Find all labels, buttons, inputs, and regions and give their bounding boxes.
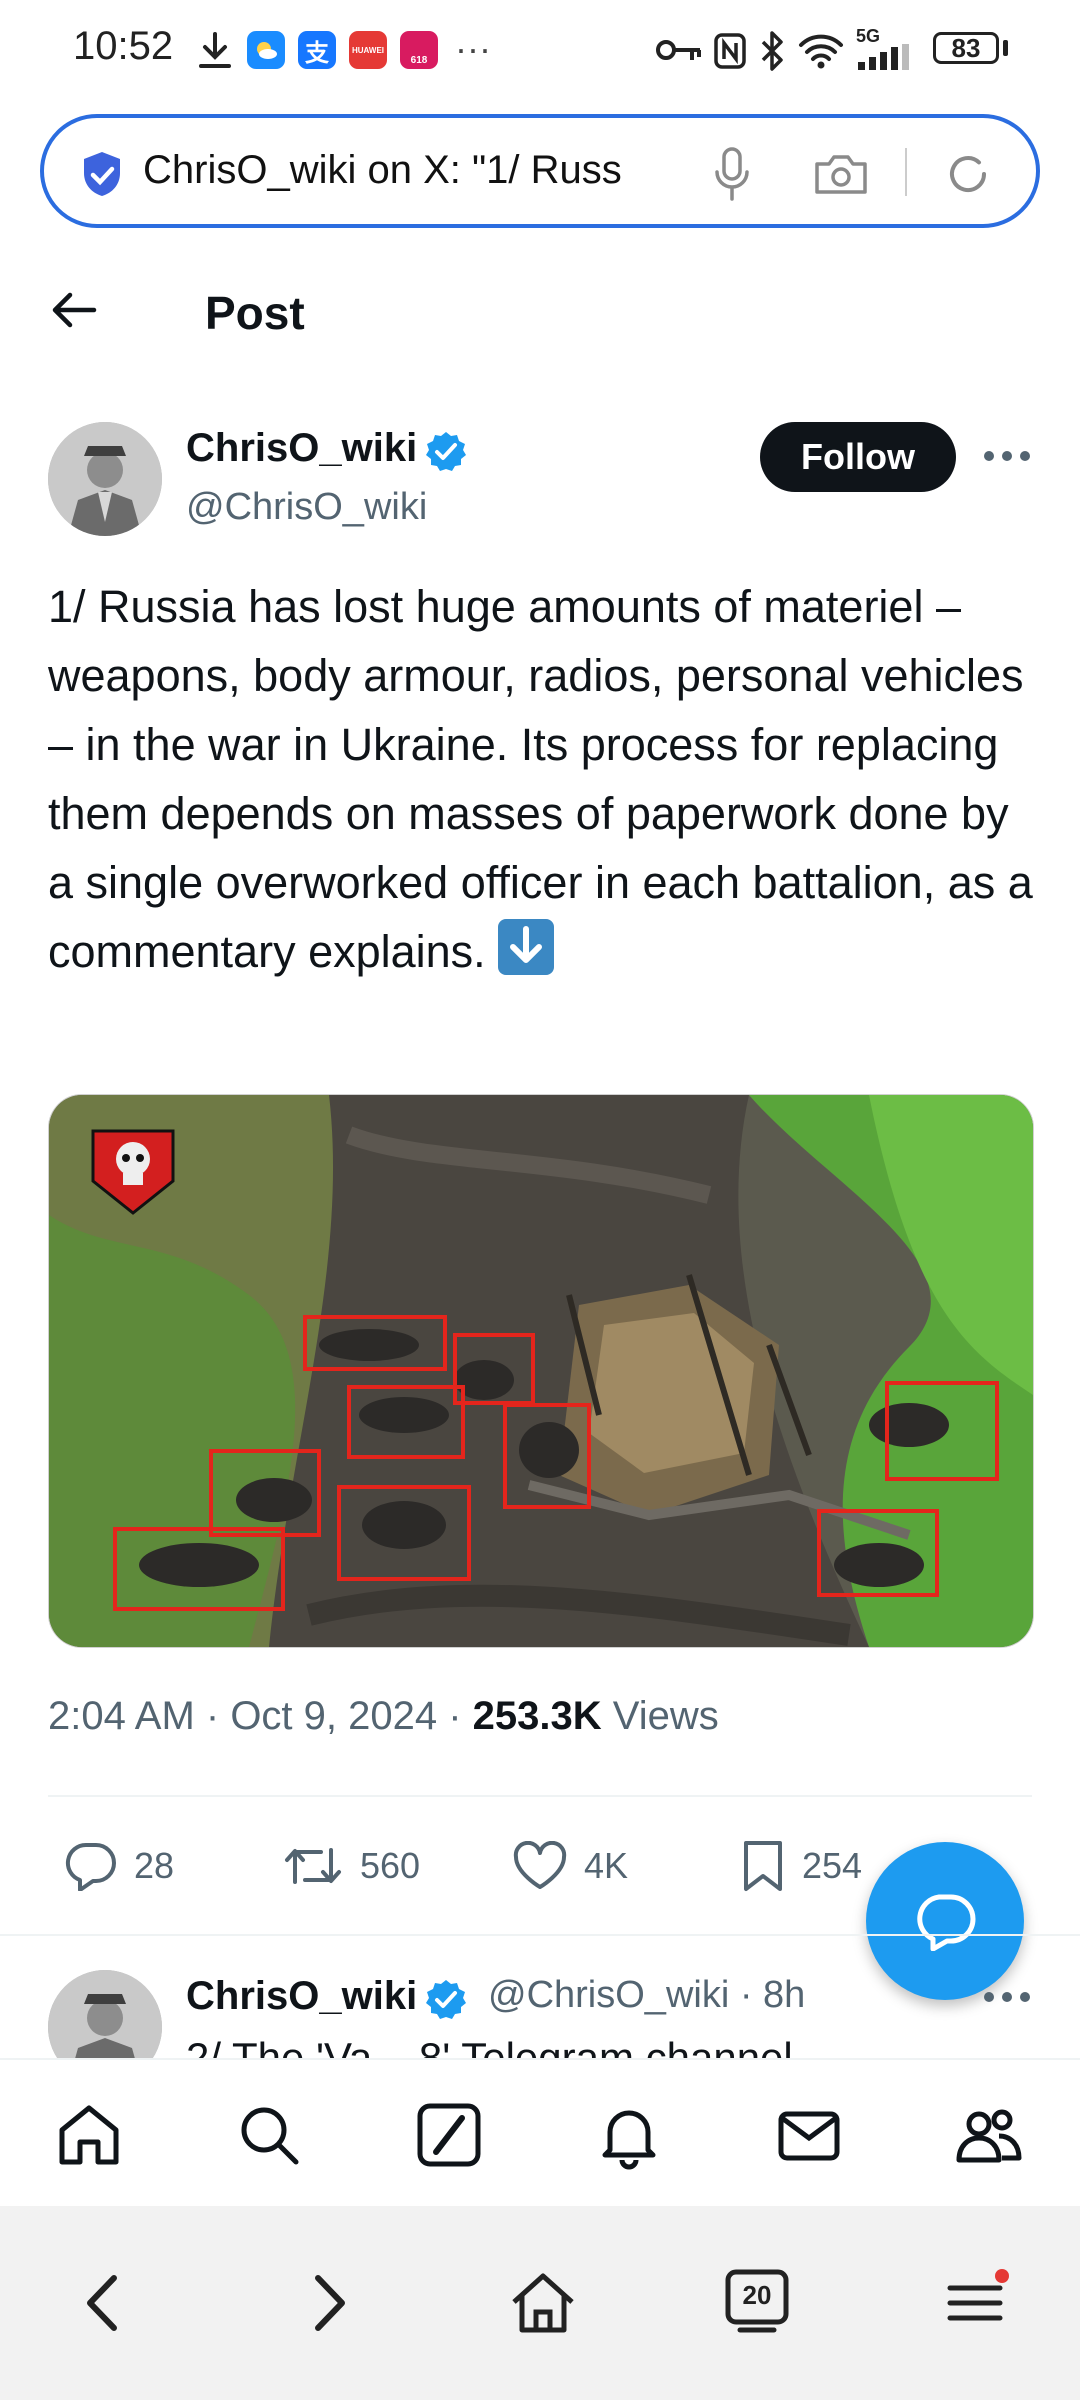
more-options-icon[interactable] [982,1990,1032,2004]
wifi-icon [799,34,843,69]
status-time: 10:52 [73,24,174,68]
like-action[interactable]: 4K [512,1838,628,1894]
weather-app-icon [247,31,285,69]
compose-fab-button[interactable] [866,1842,1024,2000]
more-options-icon[interactable] [982,449,1032,463]
signal-icon [858,44,909,70]
reply-icon [65,1842,116,1891]
address-divider [905,148,907,196]
author-avatar[interactable] [48,422,162,536]
bookmark-icon [744,1841,782,1891]
home-icon[interactable] [54,2100,124,2170]
reply-author-name[interactable]: ChrisO_wiki [186,1974,417,2019]
tweet-text: 1/ Russia has lost huge amounts of mater… [48,572,1038,986]
divider [0,1934,1080,1936]
repost-count: 560 [360,1845,421,1886]
down-arrow-emoji-icon [498,919,555,975]
nfc-icon [714,33,746,69]
browser-home-icon[interactable] [508,2268,578,2338]
divider [48,1795,1032,1797]
more-notifications-icon: ··· [455,28,491,69]
vpn-key-icon [656,40,701,60]
camera-icon[interactable] [813,152,869,196]
download-icon [199,32,231,68]
status-bar: 10:52 支 HUAWEI 618 ··· 5G 83 [0,0,1080,100]
tabs-button[interactable]: 20 [722,2268,792,2338]
heart-icon [513,1841,567,1889]
battery-indicator: 83 [933,32,999,64]
follow-button[interactable]: Follow [760,422,956,492]
like-count: 4K [584,1845,629,1886]
microphone-icon[interactable] [712,146,752,202]
secure-shield-icon[interactable] [80,150,124,198]
messages-mail-icon[interactable] [774,2100,844,2170]
browser-menu-button[interactable] [940,2268,1010,2338]
verified-badge-icon [426,432,466,471]
url-text[interactable]: ChrisO_wiki on X: "1/ Russ [143,148,622,193]
tweet-text-content: 1/ Russia has lost huge amounts of mater… [48,581,1033,977]
message-icon [917,1894,976,1951]
browser-forward-icon[interactable] [292,2268,362,2338]
grok-icon[interactable] [414,2100,484,2170]
shopping-618-app-icon: 618 [400,31,438,69]
reply-tweet-text: 2/ The 'Va... 8' Telegram channel [186,2034,793,2058]
reply-author-handle[interactable]: @ChrisO_wiki · 8h [488,1974,805,2017]
bookmark-count: 254 [802,1845,863,1886]
repost-action[interactable]: 560 [282,1838,420,1894]
bookmark-action[interactable]: 254 [740,1838,862,1894]
reply-action[interactable]: 28 [64,1838,174,1894]
communities-icon[interactable] [954,2100,1024,2170]
tweet-media-image[interactable] [48,1094,1034,1648]
huawei-app-icon: HUAWEI [349,31,387,69]
app-bottom-nav [0,2058,1080,2208]
tab-count: 20 [742,2280,772,2310]
author-handle[interactable]: @ChrisO_wiki [186,486,427,529]
page-title: Post [205,287,305,339]
repost-icon [285,1848,341,1884]
search-icon[interactable] [234,2100,304,2170]
alipay-app-icon: 支 [298,31,336,69]
author-name[interactable]: ChrisO_wiki [186,426,417,471]
tweet-date: Oct 9, 2024 [230,1694,438,1738]
notifications-bell-icon[interactable] [594,2100,664,2170]
menu-icon [947,2269,1009,2321]
reply-count: 28 [134,1845,175,1886]
bluetooth-icon [761,31,783,71]
browser-back-icon[interactable] [70,2268,140,2338]
views-label: Views [612,1694,719,1738]
views-count: 253.3K [472,1694,602,1738]
battery-tip [1003,40,1008,56]
verified-badge-icon [426,1980,466,2019]
reload-icon[interactable] [944,150,992,198]
tweet-time: 2:04 AM [48,1694,195,1738]
back-arrow-icon[interactable] [48,284,100,336]
tweet-meta: 2:04 AM · Oct 9, 2024 · 253.3K Views [48,1694,719,1738]
